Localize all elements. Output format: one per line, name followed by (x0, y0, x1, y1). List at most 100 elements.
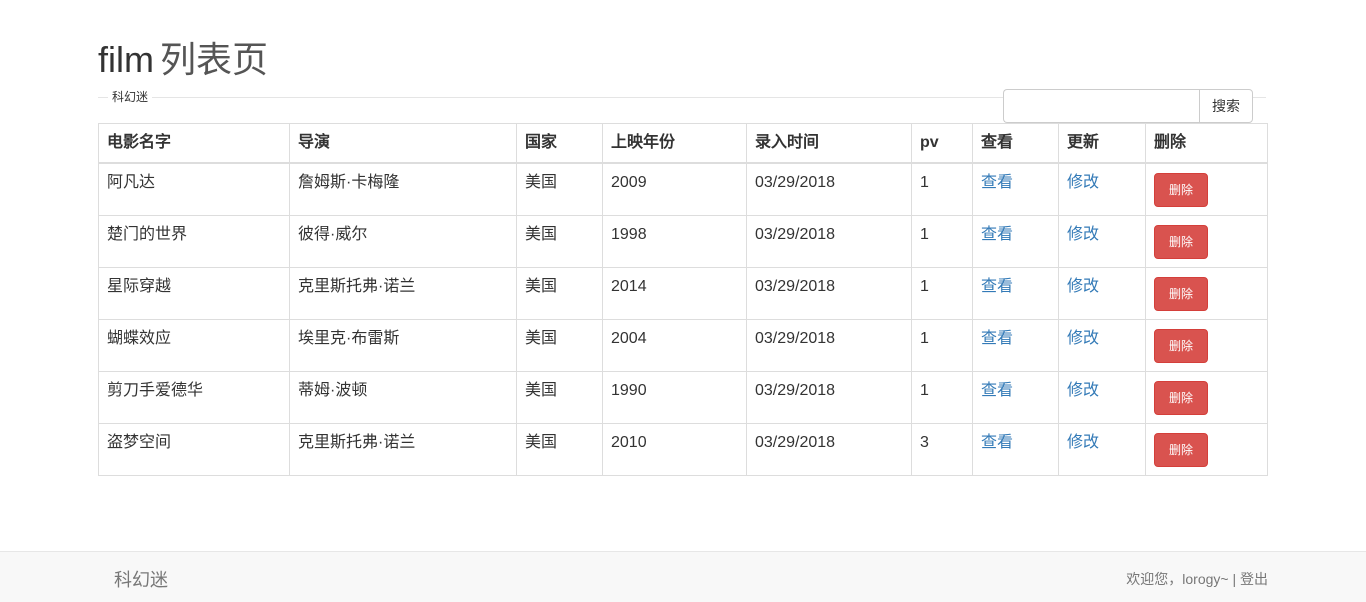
delete-button[interactable]: 删除 (1154, 225, 1208, 259)
table-row: 剪刀手爱德华 蒂姆·波顿 美国 1990 03/29/2018 1 查看 修改 … (98, 371, 1268, 424)
cell-director: 蒂姆·波顿 (289, 371, 517, 424)
cell-pv: 1 (911, 215, 973, 268)
cell-name: 阿凡达 (98, 162, 290, 216)
cell-country: 美国 (516, 319, 603, 372)
cell-name: 盗梦空间 (98, 423, 290, 476)
col-header-name: 电影名字 (98, 123, 290, 164)
cell-update: 修改 (1058, 267, 1146, 320)
col-header-created: 录入时间 (746, 123, 912, 164)
table-row: 阿凡达 詹姆斯·卡梅隆 美国 2009 03/29/2018 1 查看 修改 删… (98, 162, 1268, 216)
cell-director: 詹姆斯·卡梅隆 (289, 162, 517, 216)
cell-year: 1990 (602, 371, 747, 424)
search-button[interactable]: 搜索 (1199, 89, 1253, 123)
delete-button[interactable]: 删除 (1154, 173, 1208, 207)
cell-country: 美国 (516, 371, 603, 424)
table-row: 盗梦空间 克里斯托弗·诺兰 美国 2010 03/29/2018 3 查看 修改… (98, 423, 1268, 476)
update-link[interactable]: 修改 (1067, 174, 1099, 191)
update-link[interactable]: 修改 (1067, 278, 1099, 295)
cell-delete: 删除 (1145, 215, 1268, 268)
cell-created: 03/29/2018 (746, 319, 912, 372)
view-link[interactable]: 查看 (981, 330, 1013, 347)
page: film 列表页 科幻迷 搜索 电影名字 导演 国家 上映年份 录入时间 pv 查… (0, 0, 1366, 602)
col-header-view: 查看 (972, 123, 1059, 164)
table-header-row: 电影名字 导演 国家 上映年份 录入时间 pv 查看 更新 删除 (98, 123, 1268, 164)
cell-update: 修改 (1058, 371, 1146, 424)
col-header-pv: pv (911, 123, 973, 164)
cell-year: 1998 (602, 215, 747, 268)
cell-delete: 删除 (1145, 319, 1268, 372)
cell-name: 楚门的世界 (98, 215, 290, 268)
cell-view: 查看 (972, 319, 1059, 372)
cell-created: 03/29/2018 (746, 267, 912, 320)
cell-delete: 删除 (1145, 371, 1268, 424)
cell-created: 03/29/2018 (746, 423, 912, 476)
footer-brand-link[interactable]: 科幻迷 (114, 566, 168, 592)
footer-user-info: 欢迎您，lorogy~ | 登出 (1126, 569, 1268, 589)
view-link[interactable]: 查看 (981, 434, 1013, 451)
delete-button[interactable]: 删除 (1154, 381, 1208, 415)
cell-view: 查看 (972, 215, 1059, 268)
cell-update: 修改 (1058, 162, 1146, 216)
footer-navbar: 科幻迷 欢迎您，lorogy~ | 登出 (0, 551, 1366, 602)
cell-pv: 1 (911, 267, 973, 320)
cell-view: 查看 (972, 267, 1059, 320)
cell-name: 蝴蝶效应 (98, 319, 290, 372)
cell-pv: 3 (911, 423, 973, 476)
cell-view: 查看 (972, 162, 1059, 216)
cell-year: 2014 (602, 267, 747, 320)
cell-created: 03/29/2018 (746, 162, 912, 216)
cell-name: 剪刀手爱德华 (98, 371, 290, 424)
welcome-text: 欢迎您，lorogy~ (1126, 571, 1229, 587)
view-link[interactable]: 查看 (981, 226, 1013, 243)
category-legend: 科幻迷 (112, 90, 149, 104)
cell-director: 彼得·威尔 (289, 215, 517, 268)
cell-update: 修改 (1058, 423, 1146, 476)
cell-created: 03/29/2018 (746, 371, 912, 424)
cell-director: 克里斯托弗·诺兰 (289, 423, 517, 476)
cell-delete: 删除 (1145, 267, 1268, 320)
cell-country: 美国 (516, 267, 603, 320)
delete-button[interactable]: 删除 (1154, 329, 1208, 363)
view-link[interactable]: 查看 (981, 174, 1013, 191)
col-header-director: 导演 (289, 123, 517, 164)
col-header-delete: 删除 (1145, 123, 1268, 164)
cell-year: 2010 (602, 423, 747, 476)
cell-year: 2009 (602, 162, 747, 216)
cell-director: 克里斯托弗·诺兰 (289, 267, 517, 320)
cell-delete: 删除 (1145, 423, 1268, 476)
cell-pv: 1 (911, 319, 973, 372)
table-row: 楚门的世界 彼得·威尔 美国 1998 03/29/2018 1 查看 修改 删… (98, 215, 1268, 268)
delete-button[interactable]: 删除 (1154, 433, 1208, 467)
cell-country: 美国 (516, 423, 603, 476)
cell-pv: 1 (911, 162, 973, 216)
table-row: 蝴蝶效应 埃里克·布雷斯 美国 2004 03/29/2018 1 查看 修改 … (98, 319, 1268, 372)
col-header-year: 上映年份 (602, 123, 747, 164)
search-input[interactable] (1003, 89, 1199, 123)
delete-button[interactable]: 删除 (1154, 277, 1208, 311)
page-title: film 列表页 (98, 38, 268, 82)
footer-separator: | (1228, 571, 1240, 587)
col-header-update: 更新 (1058, 123, 1146, 164)
update-link[interactable]: 修改 (1067, 434, 1099, 451)
logout-link[interactable]: 登出 (1240, 571, 1268, 587)
page-title-sub: 列表页 (160, 39, 269, 80)
update-link[interactable]: 修改 (1067, 330, 1099, 347)
film-table: 电影名字 导演 国家 上映年份 录入时间 pv 查看 更新 删除 阿凡达 詹姆斯… (98, 123, 1268, 476)
cell-update: 修改 (1058, 319, 1146, 372)
cell-delete: 删除 (1145, 162, 1268, 216)
cell-country: 美国 (516, 215, 603, 268)
col-header-country: 国家 (516, 123, 603, 164)
cell-view: 查看 (972, 423, 1059, 476)
cell-view: 查看 (972, 371, 1059, 424)
view-link[interactable]: 查看 (981, 278, 1013, 295)
update-link[interactable]: 修改 (1067, 382, 1099, 399)
cell-director: 埃里克·布雷斯 (289, 319, 517, 372)
cell-pv: 1 (911, 371, 973, 424)
view-link[interactable]: 查看 (981, 382, 1013, 399)
cell-country: 美国 (516, 162, 603, 216)
update-link[interactable]: 修改 (1067, 226, 1099, 243)
page-title-main: film (98, 39, 154, 80)
table-row: 星际穿越 克里斯托弗·诺兰 美国 2014 03/29/2018 1 查看 修改… (98, 267, 1268, 320)
cell-year: 2004 (602, 319, 747, 372)
cell-created: 03/29/2018 (746, 215, 912, 268)
